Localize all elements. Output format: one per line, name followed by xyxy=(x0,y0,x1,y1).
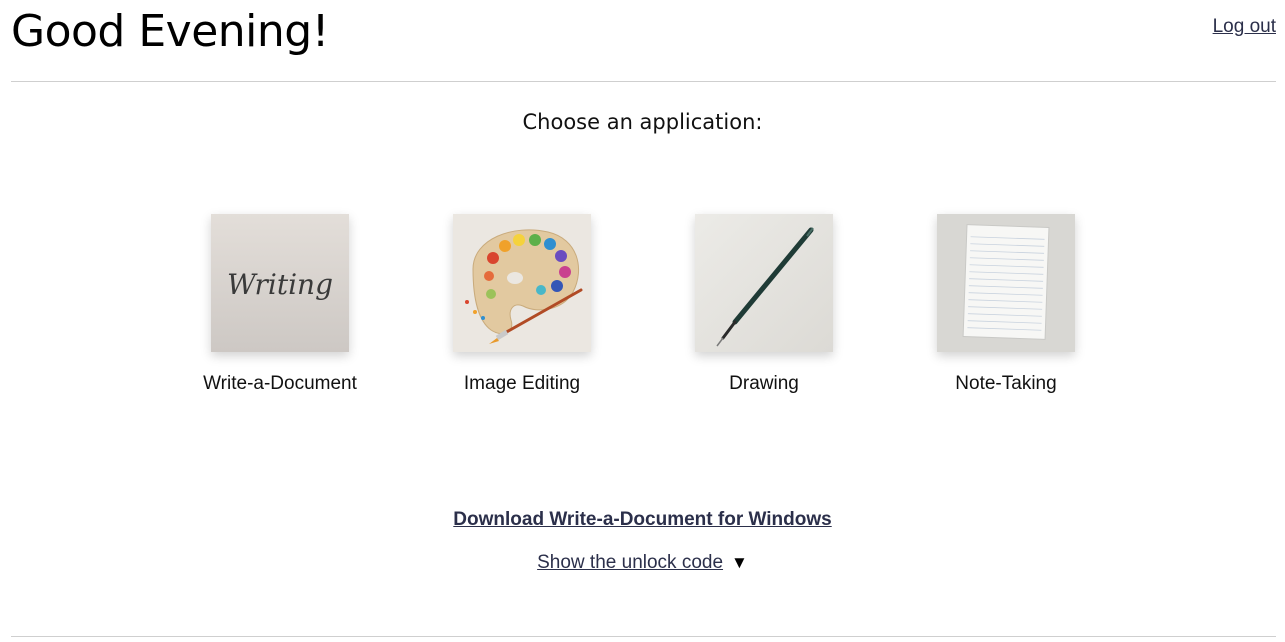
app-tile-note-taking[interactable]: Note-Taking xyxy=(906,214,1106,395)
greeting-heading: Good Evening! xyxy=(11,6,329,57)
app-tile-drawing[interactable]: Drawing xyxy=(664,214,864,395)
app-label-write-a-document: Write-a-Document xyxy=(203,373,357,394)
pen-thumbnail-icon[interactable] xyxy=(695,214,833,352)
choose-application-prompt: Choose an application: xyxy=(522,110,763,134)
app-tile-image-editing[interactable]: Image Editing xyxy=(422,214,622,395)
triangle-down-icon[interactable]: ▼ xyxy=(731,553,748,572)
app-label-note-taking: Note-Taking xyxy=(955,373,1057,394)
app-label-drawing: Drawing xyxy=(729,373,799,394)
writing-thumbnail-text: Writing xyxy=(227,268,333,301)
app-label-image-editing: Image Editing xyxy=(463,373,581,394)
app-tile-write-a-document[interactable]: Writing Write-a-Document xyxy=(180,214,380,395)
unlock-code-toggle[interactable]: Show the unlock code ▼ xyxy=(0,552,1285,574)
download-section: Download Write-a-Document for Windows xyxy=(0,509,1285,531)
palette-thumbnail-icon[interactable] xyxy=(453,214,591,352)
logout-link[interactable]: Log out xyxy=(1213,16,1276,38)
footer-divider xyxy=(11,636,1276,637)
download-write-a-document-link[interactable]: Download Write-a-Document for Windows xyxy=(453,509,831,530)
header: Good Evening! Log out xyxy=(11,0,1276,82)
show-unlock-code-link[interactable]: Show the unlock code xyxy=(537,552,723,573)
writing-thumbnail-icon[interactable]: Writing xyxy=(211,214,349,352)
notepad-thumbnail-icon[interactable] xyxy=(937,214,1075,352)
